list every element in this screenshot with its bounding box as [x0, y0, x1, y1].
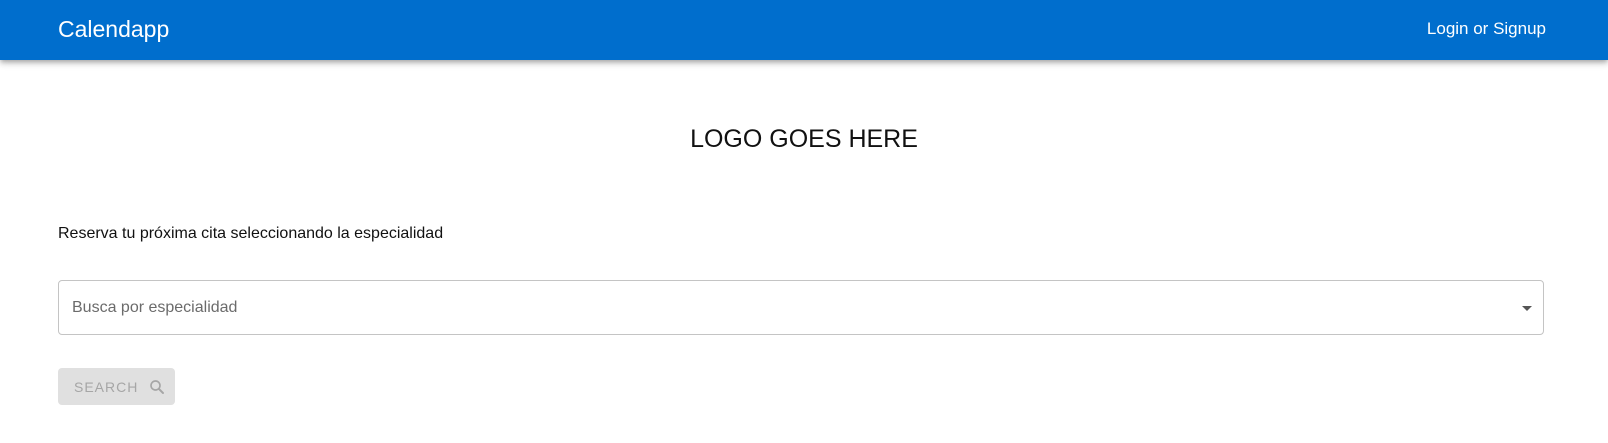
search-icon [148, 378, 166, 396]
arrow-drop-down-icon[interactable] [1522, 306, 1532, 311]
specialty-select-placeholder: Busca por especialidad [72, 299, 238, 316]
search-button[interactable]: SEARCH [58, 368, 175, 405]
specialty-select[interactable]: Busca por especialidad [58, 280, 1544, 335]
search-button-label: SEARCH [74, 378, 139, 395]
logo-placeholder: LOGO GOES HERE [690, 125, 918, 153]
app-bar: Calendapp Login or Signup [0, 0, 1608, 60]
brand-title[interactable]: Calendapp [58, 14, 169, 44]
page-subtitle: Reserva tu próxima cita seleccionando la… [58, 225, 444, 242]
login-signup-link[interactable]: Login or Signup [1427, 18, 1546, 40]
